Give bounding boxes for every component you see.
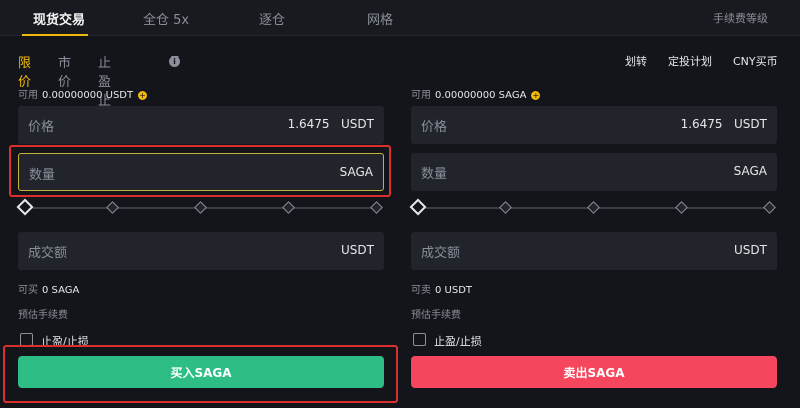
slider-handle[interactable] — [16, 198, 34, 216]
sell-amount-label: 数量 — [421, 167, 448, 182]
sell-total-input[interactable]: 成交额 USDT — [411, 232, 777, 270]
highlight-box-amount — [9, 145, 391, 197]
sell-amount-input[interactable]: 数量 SAGA — [411, 153, 777, 191]
highlight-box-buy-button — [3, 345, 398, 403]
slider-step-25[interactable] — [499, 201, 512, 214]
buy-amount-slider[interactable] — [16, 198, 384, 216]
slider-step-75[interactable] — [282, 201, 295, 214]
sell-total-label: 成交额 — [421, 246, 461, 261]
buy-total-label: 成交额 — [28, 246, 68, 261]
sell-total-unit: USDT — [734, 243, 767, 257]
sell-amount-slider[interactable] — [409, 198, 777, 216]
sell-button[interactable]: 卖出SAGA — [411, 356, 777, 388]
slider-handle[interactable] — [409, 198, 427, 216]
buy-total-input[interactable]: 成交额 USDT — [18, 232, 384, 270]
slider-step-50[interactable] — [587, 201, 600, 214]
sell-available-value: 0.00000000 SAGA — [435, 90, 527, 101]
sell-fee-label: 预估手续费 — [411, 310, 461, 321]
buy-max: 可买 0 SAGA — [18, 285, 80, 296]
sell-tpsl-label: 止盈/止损 — [434, 335, 482, 348]
plus-icon[interactable]: + — [138, 90, 148, 100]
slider-step-25[interactable] — [106, 201, 119, 214]
plus-icon[interactable]: + — [531, 90, 541, 100]
slider-step-100[interactable] — [763, 201, 776, 214]
sell-price-label: 价格 — [421, 120, 448, 135]
sell-available: 可用 0.00000000 SAGA + — [411, 90, 541, 101]
slider-step-50[interactable] — [194, 201, 207, 214]
buy-available: 可用 0.00000000 USDT + — [18, 90, 148, 101]
slider-step-75[interactable] — [675, 201, 688, 214]
buy-fee-label: 预估手续费 — [18, 310, 68, 321]
sell-panel: 可用 0.00000000 SAGA + 价格 1.6475 USDT 数量 SAG… — [409, 0, 777, 408]
sell-max: 可卖 0 USDT — [411, 285, 473, 296]
buy-total-unit: USDT — [341, 243, 374, 257]
buy-price-input[interactable]: 价格 1.6475 USDT — [18, 106, 384, 144]
sell-price-value: 1.6475 USDT — [680, 117, 767, 131]
buy-max-value: 0 SAGA — [42, 285, 80, 296]
sell-max-value: 0 USDT — [435, 285, 473, 296]
buy-available-value: 0.00000000 USDT — [42, 90, 134, 101]
sell-amount-unit: SAGA — [733, 164, 767, 178]
buy-price-label: 价格 — [28, 120, 55, 135]
sell-tpsl-checkbox[interactable] — [413, 333, 426, 346]
buy-price-value: 1.6475 USDT — [287, 117, 374, 131]
slider-step-100[interactable] — [370, 201, 383, 214]
sell-price-input[interactable]: 价格 1.6475 USDT — [411, 106, 777, 144]
